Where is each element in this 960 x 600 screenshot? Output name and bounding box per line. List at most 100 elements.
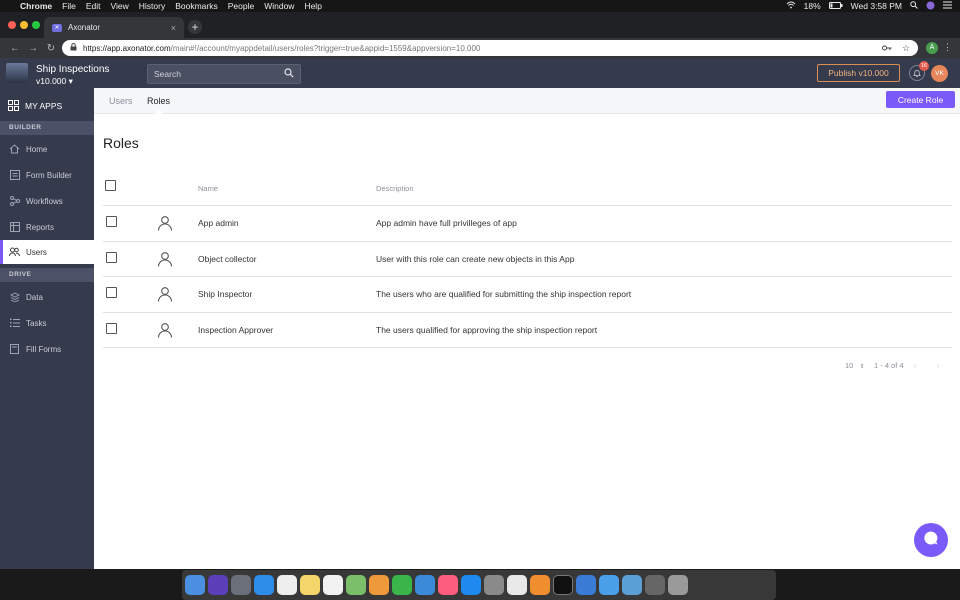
table-row[interactable]: Object collector User with this role can… — [103, 242, 952, 277]
battery-icon[interactable] — [828, 1, 843, 11]
menu-bookmarks[interactable]: Bookmarks — [175, 1, 218, 11]
next-page-icon[interactable]: › — [937, 361, 940, 370]
chat-launcher-button[interactable] — [914, 523, 948, 557]
sidebar-item-data[interactable]: Data — [0, 285, 94, 309]
sidebar-item-reports[interactable]: Reports — [0, 215, 94, 239]
wifi-icon[interactable] — [786, 1, 796, 11]
notes-icon[interactable] — [300, 575, 320, 595]
chrome-icon[interactable] — [507, 575, 527, 595]
sublime-text-icon[interactable] — [530, 575, 550, 595]
create-role-button[interactable]: Create Role — [886, 91, 955, 108]
app-name[interactable]: Ship Inspections — [36, 64, 109, 75]
address-bar[interactable]: https://app.axonator.com/main#!/account/… — [62, 40, 918, 56]
back-icon[interactable]: ← — [6, 43, 24, 54]
finder-icon[interactable] — [185, 575, 205, 595]
page-size-select[interactable]: 10 ⇕ — [845, 361, 864, 370]
xcode-icon[interactable] — [576, 575, 596, 595]
app-logo[interactable] — [6, 63, 28, 83]
trash-icon[interactable] — [668, 575, 688, 595]
column-header-name[interactable]: Name — [198, 184, 218, 193]
app-store-icon[interactable] — [461, 575, 481, 595]
safari-icon[interactable] — [254, 575, 274, 595]
lock-icon[interactable] — [70, 43, 77, 53]
sidebar-item-users[interactable]: Users — [0, 240, 94, 264]
clock[interactable]: Wed 3:58 PM — [851, 1, 902, 11]
browser-profile-avatar[interactable]: A — [926, 42, 938, 54]
my-apps-link[interactable]: MY APPS — [0, 96, 94, 116]
browser-menu-icon[interactable]: ⋮ — [943, 42, 952, 53]
browser-toolbar: ← → ↻ https://app.axonator.com/main#!/ac… — [0, 38, 960, 58]
table-row[interactable]: Ship Inspector The users who are qualifi… — [103, 277, 952, 313]
downloads-folder-icon[interactable] — [599, 575, 619, 595]
window-close-button[interactable] — [8, 21, 16, 29]
menu-edit[interactable]: Edit — [86, 1, 101, 11]
sidebar-item-fill-forms[interactable]: Fill Forms — [0, 337, 94, 361]
forward-icon[interactable]: → — [24, 43, 42, 54]
row-checkbox[interactable] — [106, 287, 117, 298]
menu-people[interactable]: People — [228, 1, 254, 11]
siri-icon[interactable] — [926, 1, 935, 12]
version-selector[interactable]: v10.000 ▾ — [36, 76, 73, 87]
role-name[interactable]: Ship Inspector — [198, 289, 252, 299]
reminders-icon[interactable] — [323, 575, 343, 595]
menu-file[interactable]: File — [62, 1, 76, 11]
spotlight-icon[interactable] — [910, 1, 918, 11]
sidebar-item-tasks[interactable]: Tasks — [0, 311, 94, 335]
row-checkbox[interactable] — [106, 251, 117, 263]
column-header-description[interactable]: Description — [376, 184, 414, 193]
documents-folder-icon[interactable] — [622, 575, 642, 595]
browser-tab[interactable]: ✕ Axonator × — [44, 17, 184, 38]
menu-app-name[interactable]: Chrome — [20, 1, 52, 11]
user-avatar[interactable]: VK — [931, 65, 948, 82]
menu-window[interactable]: Window — [264, 1, 294, 11]
role-name[interactable]: Object collector — [198, 254, 257, 264]
previous-page-icon[interactable]: ‹ — [914, 361, 917, 370]
search-icon[interactable] — [284, 68, 294, 80]
window-minimize-button[interactable] — [20, 21, 28, 29]
new-tab-button[interactable]: + — [188, 20, 202, 34]
role-user-icon — [157, 216, 173, 231]
photos-icon[interactable] — [369, 575, 389, 595]
table-row[interactable]: Inspection Approver The users qualified … — [103, 313, 952, 348]
system-preferences-icon[interactable] — [484, 575, 504, 595]
role-description: App admin have full privilleges of app — [376, 218, 517, 228]
menu-help[interactable]: Help — [304, 1, 321, 11]
music-icon[interactable] — [438, 575, 458, 595]
siri-dock-icon[interactable] — [208, 575, 228, 595]
sidebar-item-label: Workflows — [26, 196, 63, 206]
tab-title: Axonator — [68, 23, 101, 32]
role-name[interactable]: App admin — [198, 218, 239, 228]
facetime-icon[interactable] — [392, 575, 412, 595]
screenshots-stack-icon[interactable] — [645, 575, 665, 595]
reload-icon[interactable]: ↻ — [42, 43, 60, 54]
battery-percent[interactable]: 18% — [804, 1, 821, 11]
keynote-icon[interactable] — [415, 575, 435, 595]
sidebar-item-home[interactable]: Home — [0, 137, 94, 161]
search-input[interactable] — [154, 69, 284, 79]
publish-button[interactable]: Publish v10.000 — [817, 64, 900, 82]
notification-center-icon[interactable] — [943, 1, 952, 11]
sidebar-item-workflows[interactable]: Workflows — [0, 189, 94, 213]
launchpad-icon[interactable] — [231, 575, 251, 595]
menu-view[interactable]: View — [110, 1, 128, 11]
table-header: Name Description — [103, 176, 952, 206]
menu-history[interactable]: History — [139, 1, 165, 11]
calendar-icon[interactable] — [277, 575, 297, 595]
window-zoom-button[interactable] — [32, 21, 40, 29]
tab-users[interactable]: Users — [109, 96, 133, 106]
maps-icon[interactable] — [346, 575, 366, 595]
bookmark-star-icon[interactable]: ☆ — [902, 43, 910, 54]
active-tab-indicator — [155, 110, 163, 114]
terminal-icon[interactable] — [553, 575, 573, 595]
tab-close-icon[interactable]: × — [171, 23, 176, 33]
role-name[interactable]: Inspection Approver — [198, 325, 273, 335]
key-icon[interactable] — [881, 43, 892, 54]
search-field[interactable] — [147, 64, 301, 84]
tab-roles[interactable]: Roles — [147, 96, 170, 106]
url-path: /main#!/account/myappdetail/users/roles?… — [170, 43, 481, 53]
sidebar-item-form-builder[interactable]: Form Builder — [0, 163, 94, 187]
row-checkbox[interactable] — [106, 216, 117, 227]
select-all-checkbox[interactable] — [105, 180, 116, 191]
row-checkbox[interactable] — [106, 322, 117, 334]
table-row[interactable]: App admin App admin have full privillege… — [103, 206, 952, 242]
